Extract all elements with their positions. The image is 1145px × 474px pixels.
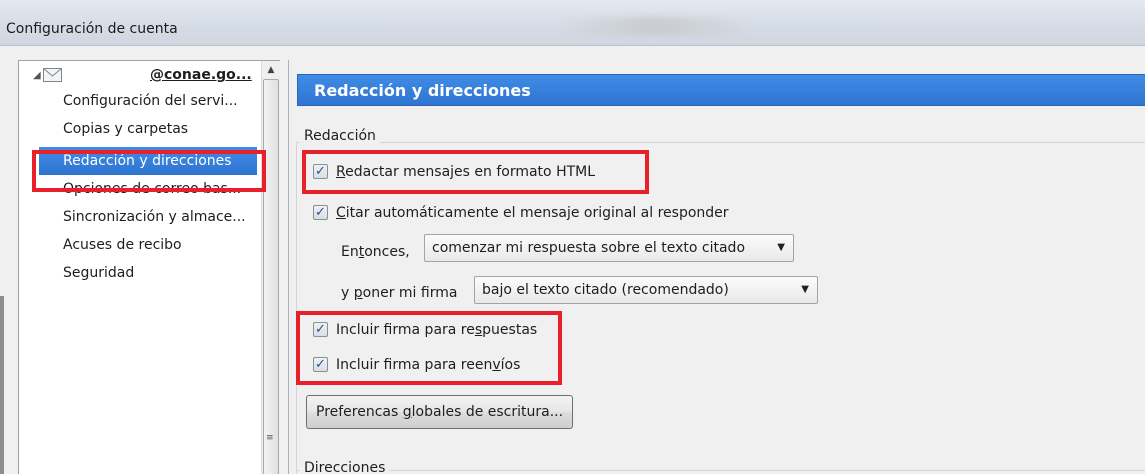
checkmark-icon: ✓ <box>315 164 326 179</box>
html-format-label[interactable]: Redactar mensajes en formato HTML <box>336 162 595 182</box>
accelerator-key: p <box>353 285 363 301</box>
auto-quote-label[interactable]: Citar automáticamente el mensaje origina… <box>336 203 729 223</box>
tree-scrollbar[interactable]: ▲ ≡ <box>261 61 280 474</box>
label-part: Preferencas <box>316 404 403 420</box>
checkmark-icon: ✓ <box>315 205 326 220</box>
sig-forwards-checkbox-row[interactable]: ✓ Incluir firma para reenvíos <box>313 355 553 375</box>
sig-replies-label[interactable]: Incluir firma para respuestas <box>336 320 537 340</box>
section-header: Redacción y direcciones <box>297 74 1145 106</box>
label-part: y <box>341 285 354 301</box>
html-format-checkbox[interactable]: ✓ <box>313 164 328 179</box>
redaccion-group-title: Redacción <box>300 128 380 144</box>
label-part: Incluir firma para reen <box>336 357 493 373</box>
reply-position-select[interactable]: comenzar mi respuesta sobre el texto cit… <box>424 234 794 262</box>
tree-account-node[interactable]: ◢ @conae.go... <box>19 65 259 87</box>
section-header-title: Redacción y direcciones <box>314 81 531 100</box>
sig-forwards-checkbox[interactable]: ✓ <box>313 357 328 372</box>
window-left-edge <box>0 296 4 474</box>
label-text: itar automáticamente el mensaje original… <box>345 205 729 221</box>
auto-quote-checkbox[interactable]: ✓ <box>313 205 328 220</box>
mail-account-icon <box>43 68 62 82</box>
tree-item-label: Configuración del servi... <box>63 93 238 109</box>
signature-position-value: bajo el texto citado (recomendado) <box>482 282 729 298</box>
checkmark-icon: ✓ <box>315 322 326 337</box>
tree-item-label: Sincronización y almace... <box>63 209 246 225</box>
tree-expander-icon[interactable]: ◢ <box>33 70 41 81</box>
label-part: onces, <box>364 244 410 260</box>
accelerator-key: v <box>492 357 501 373</box>
sig-replies-checkbox[interactable]: ✓ <box>313 322 328 337</box>
label-part: En <box>341 244 359 260</box>
direcciones-group-title: Direcciones <box>300 460 390 474</box>
direcciones-groupbox <box>296 470 1145 474</box>
reply-position-value: comenzar mi respuesta sobre el texto cit… <box>432 240 746 256</box>
tree-item-label: Acuses de recibo <box>63 237 182 253</box>
accelerator-key: C <box>336 205 346 221</box>
tree-item-label: Seguridad <box>63 265 135 281</box>
account-name[interactable]: @conae.go... <box>150 67 252 83</box>
label-text: edactar mensajes en formato HTML <box>345 164 596 180</box>
checkmark-icon: ✓ <box>315 357 326 372</box>
tree-item-copies-folders[interactable]: Copias y carpetas <box>19 117 259 142</box>
dropdown-arrow-icon: ▼ <box>801 284 809 295</box>
sig-forwards-label[interactable]: Incluir firma para reenvíos <box>336 355 520 375</box>
label-part: puestas <box>482 322 538 338</box>
html-format-checkbox-row[interactable]: ✓ Redactar mensajes en formato HTML <box>313 162 633 182</box>
dropdown-arrow-icon: ▼ <box>777 242 785 253</box>
label-part: lobales de escritura... <box>411 404 564 420</box>
scrollbar-grip-icon: ≡ <box>266 433 274 443</box>
tree-item-composition-addressing[interactable]: Redacción y direcciones <box>39 147 257 175</box>
signature-position-label: y poner mi firma <box>341 285 457 301</box>
title-bar: Configuración de cuenta <box>0 0 1145 46</box>
accelerator-key: g <box>402 404 412 420</box>
label-part: íos <box>500 357 521 373</box>
tree-item-security[interactable]: Seguridad <box>19 261 259 286</box>
global-compose-prefs-button[interactable]: Preferencas globales de escritura... <box>306 395 574 429</box>
account-tree: ◢ @conae.go... Configuración del servi..… <box>18 60 280 474</box>
tree-item-junk-settings[interactable]: Opciones de correo bas... <box>19 177 259 202</box>
then-label: Entonces, <box>341 244 410 260</box>
signature-position-select[interactable]: bajo el texto citado (recomendado) ▼ <box>474 276 818 304</box>
auto-quote-checkbox-row[interactable]: ✓ Citar automáticamente el mensaje origi… <box>313 203 773 223</box>
accelerator-key: R <box>336 164 346 180</box>
tree-item-label: Copias y carpetas <box>63 121 189 137</box>
tree-item-label: Redacción y direcciones <box>63 153 232 169</box>
scrollbar-thumb[interactable]: ≡ <box>263 79 279 474</box>
tree-item-return-receipts[interactable]: Acuses de recibo <box>19 233 259 258</box>
scroll-up-icon[interactable]: ▲ <box>262 61 280 79</box>
tree-item-server-settings[interactable]: Configuración del servi... <box>19 89 259 114</box>
tree-item-label: Opciones de correo bas... <box>63 181 242 197</box>
sig-replies-checkbox-row[interactable]: ✓ Incluir firma para respuestas <box>313 320 553 340</box>
tree-item-sync-storage[interactable]: Sincronización y almace... <box>19 205 259 230</box>
label-part: oner mi firma <box>362 285 458 301</box>
blurred-account-name <box>560 17 750 35</box>
label-part: Incluir firma para re <box>336 322 475 338</box>
window-title: Configuración de cuenta <box>6 21 178 37</box>
